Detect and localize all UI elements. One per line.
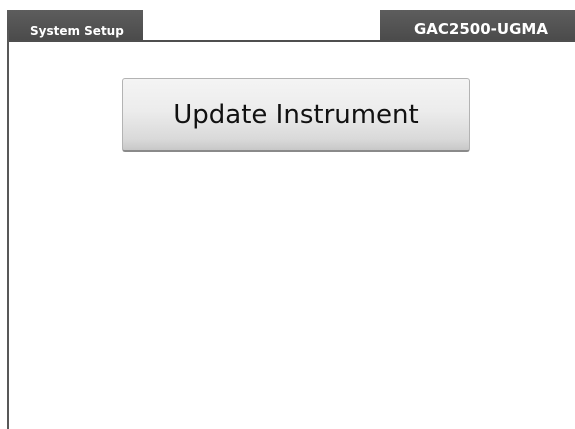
title-divider [7, 40, 575, 42]
device-id-label: GAC2500-UGMA [414, 20, 548, 38]
window-title: System Setup [30, 24, 124, 38]
title-bar: System Setup GAC2500-UGMA [0, 0, 575, 42]
left-frame-border [7, 30, 9, 429]
update-instrument-button[interactable]: Update Instrument [122, 78, 470, 152]
system-setup-screen: System Setup GAC2500-UGMA Update Instrum… [0, 0, 575, 429]
